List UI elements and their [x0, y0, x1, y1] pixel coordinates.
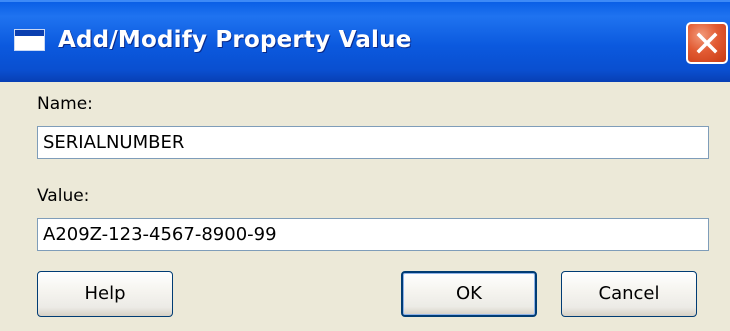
- close-button[interactable]: [686, 22, 728, 64]
- window-title: Add/Modify Property Value: [58, 27, 412, 53]
- cancel-button[interactable]: Cancel: [561, 271, 697, 317]
- name-label: Name:: [37, 94, 93, 114]
- window-icon: [14, 29, 45, 51]
- close-icon: [696, 32, 718, 54]
- title-bar[interactable]: Add/Modify Property Value: [0, 0, 730, 82]
- value-label: Value:: [37, 186, 90, 206]
- help-button[interactable]: Help: [37, 271, 173, 317]
- add-modify-property-dialog: Add/Modify Property Value Name: SERIALNU…: [0, 0, 730, 331]
- ok-button[interactable]: OK: [401, 271, 537, 317]
- value-field[interactable]: A209Z-123-4567-8900-99: [37, 218, 709, 251]
- name-field[interactable]: SERIALNUMBER: [37, 126, 709, 159]
